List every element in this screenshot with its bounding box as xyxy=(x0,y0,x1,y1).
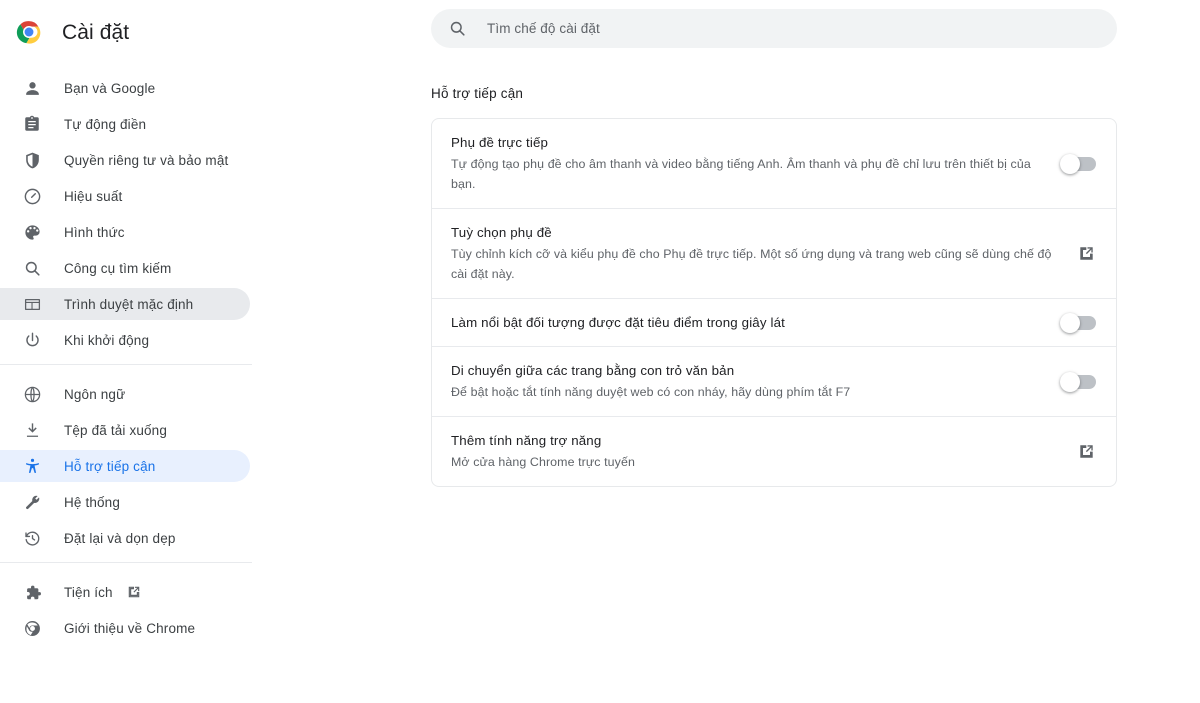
sidebar-group-primary: Bạn và Google Tự động điền Quyền riêng t… xyxy=(0,60,270,356)
external-link-icon[interactable] xyxy=(127,585,142,600)
accessibility-settings-card: Phụ đề trực tiếp Tự động tạo phụ đề cho … xyxy=(431,118,1117,487)
row-text: Tuỳ chọn phụ đề Tùy chỉnh kích cỡ và kiể… xyxy=(451,209,1060,298)
row-action xyxy=(1076,442,1096,462)
sidebar-item-appearance[interactable]: Hình thức xyxy=(0,216,250,248)
toggle-knob xyxy=(1060,153,1080,174)
toggle-live-caption[interactable] xyxy=(1060,153,1096,174)
sidebar-item-about-chrome[interactable]: Giới thiệu về Chrome xyxy=(0,612,250,644)
sidebar-item-label: Ngôn ngữ xyxy=(64,386,126,402)
section-title: Hỗ trợ tiếp cận xyxy=(431,86,524,101)
brand-header: Cài đặt xyxy=(0,4,270,60)
search-input[interactable] xyxy=(485,20,1085,37)
sidebar: Cài đặt Bạn và Google Tự động điền Quyền… xyxy=(0,0,270,703)
sidebar-item-label: Tự động điền xyxy=(64,116,147,132)
sidebar-item-label: Công cụ tìm kiếm xyxy=(64,260,172,276)
sidebar-item-autofill[interactable]: Tự động điền xyxy=(0,108,250,140)
sidebar-item-search-engine[interactable]: Công cụ tìm kiếm xyxy=(0,252,250,284)
row-text: Di chuyển giữa các trang bằng con trỏ vă… xyxy=(451,347,1046,416)
sidebar-item-reset-cleanup[interactable]: Đặt lại và dọn dẹp xyxy=(0,522,250,554)
setting-row-caption-preferences[interactable]: Tuỳ chọn phụ đề Tùy chỉnh kích cỡ và kiể… xyxy=(432,208,1116,298)
clipboard-icon xyxy=(22,114,42,134)
sidebar-item-label: Tiện ích xyxy=(64,584,113,600)
setting-row-caret-browsing[interactable]: Di chuyển giữa các trang bằng con trỏ vă… xyxy=(432,346,1116,416)
row-text: Phụ đề trực tiếp Tự động tạo phụ đề cho … xyxy=(451,119,1046,208)
sidebar-item-performance[interactable]: Hiệu suất xyxy=(0,180,250,212)
row-title: Di chuyển giữa các trang bằng con trỏ vă… xyxy=(451,363,735,378)
browser-window-icon xyxy=(22,294,42,314)
sidebar-item-default-browser[interactable]: Trình duyệt mặc định xyxy=(0,288,250,320)
palette-icon xyxy=(22,222,42,242)
power-icon xyxy=(22,330,42,350)
sidebar-item-label: Hiệu suất xyxy=(64,188,123,204)
shield-icon xyxy=(22,150,42,170)
sidebar-item-label: Giới thiệu về Chrome xyxy=(64,620,196,636)
search-bar[interactable] xyxy=(431,9,1117,48)
chrome-logo-icon xyxy=(16,19,42,45)
sidebar-item-label: Hỗ trợ tiếp cận xyxy=(64,458,156,474)
restore-icon xyxy=(22,528,42,548)
external-link-icon[interactable] xyxy=(1076,442,1096,462)
row-title: Phụ đề trực tiếp xyxy=(451,135,549,150)
toggle-caret-browsing[interactable] xyxy=(1060,371,1096,392)
row-action xyxy=(1060,153,1096,174)
wrench-icon xyxy=(22,492,42,512)
sidebar-item-on-startup[interactable]: Khi khởi động xyxy=(0,324,250,356)
toggle-focus-highlight[interactable] xyxy=(1060,312,1096,333)
speedometer-icon xyxy=(22,186,42,206)
person-icon xyxy=(22,78,42,98)
sidebar-item-system[interactable]: Hệ thống xyxy=(0,486,250,518)
sidebar-item-label: Hình thức xyxy=(64,224,125,240)
setting-row-live-caption[interactable]: Phụ đề trực tiếp Tự động tạo phụ đề cho … xyxy=(432,119,1116,208)
row-action xyxy=(1060,371,1096,392)
sidebar-group-footer: Tiện ích Giới thiệu về Chrome xyxy=(0,563,270,644)
row-subtitle: Mở cửa hàng Chrome trực tuyến xyxy=(451,455,635,469)
download-icon xyxy=(22,420,42,440)
globe-icon xyxy=(22,384,42,404)
sidebar-item-label: Trình duyệt mặc định xyxy=(64,296,194,312)
sidebar-item-extensions[interactable]: Tiện ích xyxy=(0,576,250,608)
toggle-knob xyxy=(1060,312,1080,333)
sidebar-item-label: Đặt lại và dọn dẹp xyxy=(64,530,176,546)
row-text: Thêm tính năng trợ năng Mở cửa hàng Chro… xyxy=(451,417,1060,486)
sidebar-item-accessibility[interactable]: Hỗ trợ tiếp cận xyxy=(0,450,250,482)
sidebar-item-label: Quyền riêng tư và bảo mật xyxy=(64,152,229,168)
setting-row-add-accessibility-features[interactable]: Thêm tính năng trợ năng Mở cửa hàng Chro… xyxy=(432,416,1116,486)
sidebar-item-you-and-google[interactable]: Bạn và Google xyxy=(0,72,250,104)
row-action xyxy=(1076,244,1096,264)
toggle-knob xyxy=(1060,371,1080,392)
puzzle-icon xyxy=(22,582,42,602)
row-title: Tuỳ chọn phụ đề xyxy=(451,225,552,240)
sidebar-item-label: Bạn và Google xyxy=(64,80,156,96)
search-icon xyxy=(22,258,42,278)
row-subtitle: Tùy chỉnh kích cỡ và kiểu phụ đề cho Phụ… xyxy=(451,247,1052,281)
sidebar-item-privacy-security[interactable]: Quyền riêng tư và bảo mật xyxy=(0,144,250,176)
search-icon xyxy=(447,19,467,39)
row-text: Làm nổi bật đối tượng được đặt tiêu điểm… xyxy=(451,299,1046,346)
sidebar-item-label: Tệp đã tải xuống xyxy=(64,422,167,438)
sidebar-item-languages[interactable]: Ngôn ngữ xyxy=(0,378,250,410)
row-title: Thêm tính năng trợ năng xyxy=(451,433,602,448)
accessibility-icon xyxy=(22,456,42,476)
row-subtitle: Để bật hoặc tắt tính năng duyệt web có c… xyxy=(451,385,851,399)
page-title: Cài đặt xyxy=(62,20,130,44)
settings-page: Cài đặt Bạn và Google Tự động điền Quyền… xyxy=(0,0,1200,703)
setting-row-focus-highlight[interactable]: Làm nổi bật đối tượng được đặt tiêu điểm… xyxy=(432,298,1116,346)
main-content: Hỗ trợ tiếp cận Phụ đề trực tiếp Tự động… xyxy=(270,0,1200,703)
row-title: Làm nổi bật đối tượng được đặt tiêu điểm… xyxy=(451,315,785,330)
external-link-icon[interactable] xyxy=(1076,244,1096,264)
sidebar-item-downloads[interactable]: Tệp đã tải xuống xyxy=(0,414,250,446)
sidebar-group-secondary: Ngôn ngữ Tệp đã tải xuống Hỗ trợ tiếp cậ… xyxy=(0,365,270,554)
chrome-outline-icon xyxy=(22,618,42,638)
row-subtitle: Tự động tạo phụ đề cho âm thanh và video… xyxy=(451,157,1031,191)
sidebar-item-label: Hệ thống xyxy=(64,494,120,510)
row-action xyxy=(1060,312,1096,333)
sidebar-item-label: Khi khởi động xyxy=(64,332,150,348)
